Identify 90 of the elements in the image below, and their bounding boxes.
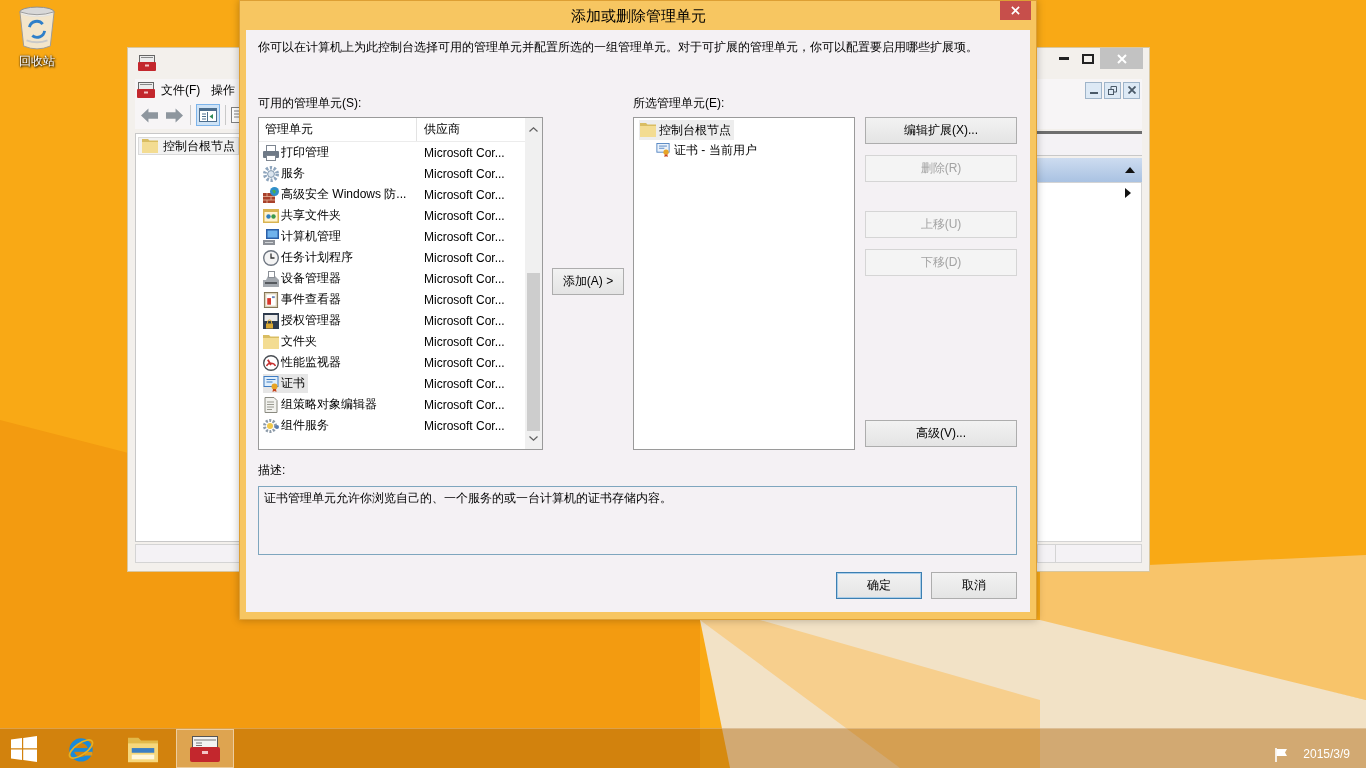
- snapin-item[interactable]: 性能监视器: [263, 353, 344, 372]
- close-button[interactable]: [1000, 1, 1031, 20]
- snapin-item[interactable]: 服务: [263, 164, 308, 183]
- vendor-cell-text: Microsoft Cor...: [423, 250, 505, 265]
- side-button[interactable]: 高级(V)...: [865, 420, 1017, 447]
- tree-item[interactable]: 控制台根节点: [138, 137, 239, 155]
- snapin-item[interactable]: 计算机管理: [263, 227, 344, 246]
- vendor-cell-text: Microsoft Cor...: [423, 292, 505, 307]
- description-label: 描述:: [258, 463, 287, 478]
- vendor-cell-text: Microsoft Cor...: [423, 397, 505, 412]
- menu-item[interactable]: 操作: [211, 82, 236, 98]
- add-button[interactable]: 添加(A) >: [552, 268, 624, 295]
- column-header[interactable]: 管理单元: [259, 118, 417, 141]
- panel-icon: [199, 108, 217, 122]
- scanner-icon: [263, 270, 279, 287]
- folder-icon: [263, 333, 279, 350]
- scrollbar[interactable]: [525, 118, 542, 449]
- computer-icon: [263, 228, 279, 245]
- snapin-item[interactable]: 组策略对象编辑器: [263, 395, 380, 414]
- vendor-cell-text: Microsoft Cor...: [423, 376, 505, 391]
- maximize-icon: [1082, 53, 1094, 64]
- close-icon: [1011, 6, 1020, 15]
- dialog-title: 添加或删除管理单元: [570, 6, 706, 26]
- tree-item[interactable]: 控制台根节点: [639, 120, 734, 140]
- snapin-item[interactable]: 高级安全 Windows 防...: [263, 185, 410, 204]
- dialog-button[interactable]: 取消: [931, 572, 1017, 599]
- snapin-item[interactable]: 证书: [263, 374, 308, 393]
- close-icon: [1127, 86, 1136, 94]
- gears-icon: [263, 417, 279, 434]
- taskbar-button[interactable]: [176, 729, 234, 768]
- vendor-cell-text: Microsoft Cor...: [423, 145, 505, 160]
- printer-icon: [263, 144, 279, 161]
- menu-item[interactable]: 文件(F): [161, 82, 201, 98]
- certificate-icon: [263, 375, 279, 392]
- document-icon: [263, 396, 279, 413]
- snapin-item[interactable]: 文件夹: [263, 332, 320, 351]
- close-button[interactable]: [1123, 81, 1140, 99]
- available-snapins-label: 可用的管理单元(S):: [258, 96, 363, 111]
- minimize-icon: [1059, 57, 1069, 60]
- minimize-button[interactable]: [1085, 81, 1102, 99]
- minimize-icon: [1089, 92, 1098, 94]
- vendor-cell-text: Microsoft Cor...: [423, 334, 505, 349]
- flag-icon[interactable]: [1275, 747, 1288, 762]
- vendor-cell-text: Microsoft Cor...: [423, 208, 505, 223]
- log-book-icon: [263, 291, 279, 308]
- shared-folder-icon: [263, 207, 279, 224]
- restore-icon: [1108, 85, 1117, 95]
- lock-icon: [263, 312, 279, 329]
- dialog-button[interactable]: 确定: [836, 572, 922, 599]
- snapin-item[interactable]: 事件查看器: [263, 290, 344, 309]
- collapse-triangle-icon: [1125, 167, 1135, 173]
- snapin-item[interactable]: 组件服务: [263, 416, 332, 435]
- close-icon: [1116, 53, 1127, 64]
- column-header[interactable]: 供应商: [417, 118, 460, 141]
- clock-icon: [263, 249, 279, 266]
- selected-snapins-label: 所选管理单元(E):: [633, 96, 726, 111]
- snapin-item[interactable]: 设备管理器: [263, 269, 344, 288]
- brick-wall-icon: [263, 186, 279, 203]
- side-button[interactable]: 编辑扩展(X)...: [865, 117, 1017, 144]
- toolbox-icon: [190, 734, 220, 763]
- vendor-cell-text: Microsoft Cor...: [423, 418, 505, 433]
- windows-logo-icon: [11, 735, 37, 762]
- snapin-item[interactable]: 任务计划程序: [263, 248, 356, 267]
- folder-icon: [640, 123, 656, 137]
- vendor-cell-text: Microsoft Cor...: [423, 271, 505, 286]
- pane-toggle-button[interactable]: [196, 104, 220, 126]
- vendor-cell-text: Microsoft Cor...: [423, 166, 505, 181]
- submenu-triangle-icon: [1125, 188, 1131, 198]
- tree-item[interactable]: 证书 - 当前用户: [654, 140, 760, 160]
- vendor-cell-text: Microsoft Cor...: [423, 187, 505, 202]
- vendor-cell-text: Microsoft Cor...: [423, 355, 505, 370]
- forward-arrow-icon: [165, 107, 183, 123]
- snapin-item[interactable]: 共享文件夹: [263, 206, 344, 225]
- restore-button[interactable]: [1104, 81, 1121, 99]
- recycle-bin-icon[interactable]: [18, 6, 56, 50]
- folder-icon: [142, 139, 158, 153]
- gear-icon: [263, 165, 279, 182]
- gauge-icon: [263, 354, 279, 371]
- toolbox-icon: [138, 55, 156, 71]
- snapin-item[interactable]: 打印管理: [263, 143, 332, 162]
- certificate-icon: [655, 143, 671, 157]
- vendor-cell-text: Microsoft Cor...: [423, 313, 505, 328]
- back-arrow-icon: [140, 107, 158, 123]
- intro-text: 你可以在计算机上为此控制台选择可用的管理单元并配置所选的一组管理单元。对于可扩展的管理单元，你可以配置要启用哪些扩展项。: [258, 40, 979, 55]
- description-box: 证书管理单元允许你浏览自己的、一个服务的或一台计算机的证书存储内容。: [258, 486, 1017, 555]
- scrollbar-thumb[interactable]: [527, 273, 540, 431]
- chevron-down-icon: [529, 436, 538, 441]
- chevron-up-icon: [529, 127, 538, 132]
- snapin-item[interactable]: 授权管理器: [263, 311, 344, 330]
- vendor-cell-text: Microsoft Cor...: [423, 229, 505, 244]
